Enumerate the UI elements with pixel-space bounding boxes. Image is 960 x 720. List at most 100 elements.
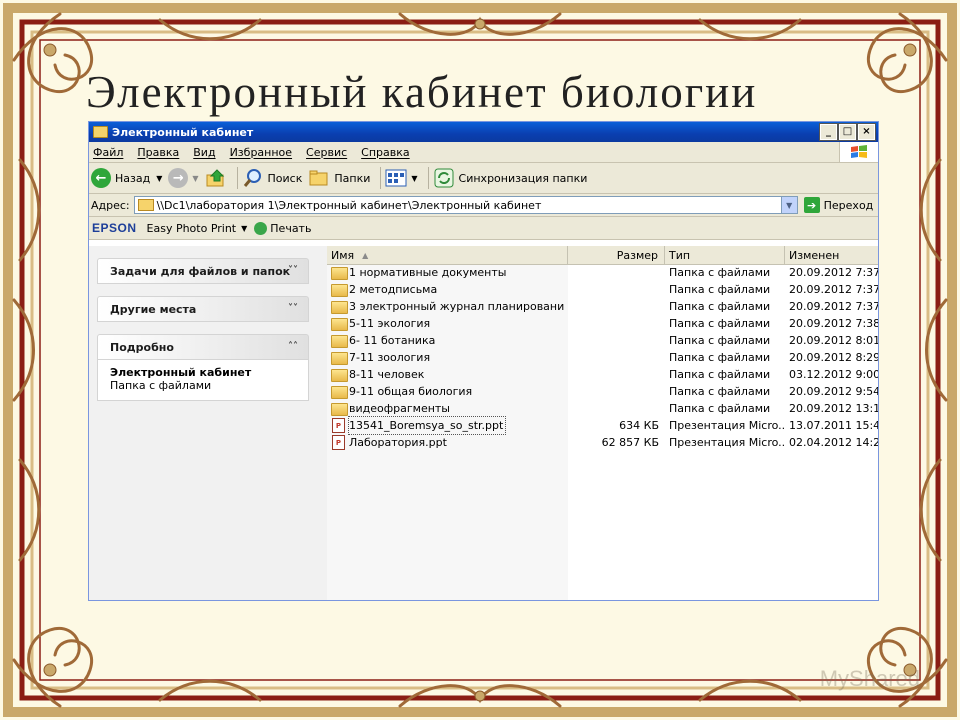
cell-name: 1 нормативные документы [349,266,507,279]
folder-icon [331,318,348,331]
chevron-down-icon[interactable]: ▼ [411,174,417,183]
chevron-down-icon[interactable]: ▼ [156,174,162,183]
cell-size [568,264,659,281]
chevron-down-icon[interactable]: ▼ [192,174,198,183]
explorer-content: Задачи для файлов и папок ˅˅ Другие мест… [89,246,878,600]
cell-name: 13541_Boremsya_so_str.ppt [347,416,507,435]
folders-button[interactable]: Папки [308,168,370,188]
cell-modified: 20.09.2012 9:54 [789,385,878,398]
cell-modified: 20.09.2012 8:01 [789,334,878,347]
cell-name: 6- 11 ботаника [349,334,436,347]
cell-modified: 20.09.2012 7:37 [789,300,878,313]
file-row[interactable]: 5-11 экология Папка с файлами 20.09.2012 7… [327,315,878,332]
chevron-up-icon[interactable]: ˄˄ [286,339,300,353]
cell-size [568,349,659,366]
address-label: Адрес: [91,198,130,212]
file-row[interactable]: 7-11 зоология Папка с файлами 20.09.2012 8… [327,349,878,366]
panel-title: Задачи для файлов и папок [110,264,291,278]
ppt-file-icon: P [332,418,345,433]
watermark-logo: MyShared [819,666,920,691]
sync-folder-button[interactable]: Синхронизация папки [433,167,587,189]
chevron-down-icon[interactable]: ˅˅ [286,301,300,315]
cell-name: Лаборатория.ppt [349,436,447,449]
cell-size: 634 КБ [619,419,659,432]
address-value: \\Dc1\лаборатория 1\Электронный кабинет\… [156,198,542,212]
cell-name: 9-11 общая биология [349,385,473,398]
toolbar-separator [427,167,429,189]
column-name[interactable]: Имя ▲ [327,246,568,264]
menu-help[interactable]: Справка [361,146,409,159]
cell-name: 3 электронный журнал планирование [349,300,564,313]
cell-size [568,298,659,315]
cell-name: 2 методписьма [349,283,438,296]
minimize-button[interactable]: _ [819,123,838,141]
windows-logo-icon [839,142,878,162]
cell-modified: 20.09.2012 7:37 [789,266,878,279]
sort-up-icon: ▲ [362,250,369,260]
menu-tools[interactable]: Сервис [306,146,347,159]
panel-other-places[interactable]: Другие места ˅˅ [97,296,309,322]
column-type[interactable]: Тип [665,246,785,264]
column-modified[interactable]: Изменен [785,246,878,264]
cell-name: видеофрагменты [349,402,450,415]
go-button[interactable]: ➔ Переход [803,197,873,213]
cell-type: Папка с файлами [669,385,771,398]
back-button[interactable]: ← Назад ▼ [91,168,162,188]
toolbar-separator [380,167,382,189]
easy-photo-print-button[interactable]: Easy Photo Print [147,222,237,235]
chevron-down-icon[interactable]: ▼ [241,224,247,233]
cell-type: Презентация Micro... [669,419,785,432]
file-row[interactable]: 2 методписьма Папка с файлами 20.09.2012 7… [327,281,878,298]
cell-size: 62 857 КБ [601,436,659,449]
folder-up-icon [206,169,224,187]
print-button[interactable]: Печать [254,221,311,235]
up-button[interactable] [205,167,227,189]
cell-size [568,315,659,332]
menu-favorites[interactable]: Избранное [230,146,292,159]
file-row[interactable]: 8-11 человек Папка с файлами 03.12.2012 9:… [327,366,878,383]
chevron-down-icon[interactable]: ˅˅ [286,263,300,277]
folder-icon [331,386,348,399]
ppt-file-icon: P [332,435,345,450]
file-row[interactable]: P 13541_Boremsya_so_str.ppt 634 КБ Презента… [327,416,878,435]
file-row[interactable]: 9-11 общая биология Папка с файлами 20.09.… [327,383,878,400]
cell-type: Папка с файлами [669,283,771,296]
panel-details[interactable]: Подробно ˄˄ Электронный кабинет Папка с … [97,334,309,401]
toolbar-separator [236,167,238,189]
maximize-button[interactable]: □ [838,123,857,141]
epson-logo: EPSON [92,221,137,235]
file-row[interactable]: 3 электронный журнал планирование Папка с… [327,298,878,315]
address-field[interactable]: \\Dc1\лаборатория 1\Электронный кабинет\… [133,196,798,214]
cell-modified: 13.07.2011 15:47 [789,419,878,432]
file-row[interactable]: P Лаборатория.ppt 62 857 КБ Презентация Mic… [327,434,878,451]
views-button[interactable]: ▼ [385,168,418,188]
details-name: Электронный кабинет [110,366,252,379]
menu-edit[interactable]: Правка [137,146,179,159]
file-row[interactable]: 6- 11 ботаника Папка с файлами 20.09.2012 … [327,332,878,349]
file-row[interactable]: 1 нормативные документы Папка с файлами 20… [327,264,878,281]
cell-name: 7-11 зоология [349,351,431,364]
window-titlebar[interactable]: Электронный кабинет _ □ × [89,122,878,142]
details-type: Папка с файлами [110,379,212,392]
column-header: Имя ▲ Размер Тип Изменен [327,246,878,265]
column-size[interactable]: Размер [568,246,665,264]
cell-size [568,332,659,349]
folder-icon [331,267,348,280]
panel-title: Подробно [110,340,174,354]
standard-toolbar: ← Назад ▼ → ▼ Поиск Папки ▼ Синхронизаци… [89,163,878,194]
close-button[interactable]: × [857,123,876,141]
cell-type: Папка с файлами [669,317,771,330]
forward-arrow-icon: → [168,168,189,188]
search-button[interactable]: Поиск [242,167,302,189]
address-dropdown-icon[interactable]: ▼ [780,197,797,213]
menu-file[interactable]: Файл [93,146,123,159]
menu-bar: Файл Правка Вид Избранное Сервис Справка [89,142,878,163]
panel-file-tasks[interactable]: Задачи для файлов и папок ˅˅ [97,258,309,284]
cell-name: 5-11 экология [349,317,431,330]
cell-size [568,281,659,298]
file-row[interactable]: видеофрагменты Папка с файлами 20.09.2012 … [327,400,878,417]
address-bar: Адрес: \\Dc1\лаборатория 1\Электронный к… [89,194,878,217]
forward-button[interactable]: → ▼ [168,168,199,188]
menu-view[interactable]: Вид [193,146,215,159]
folder-icon [137,199,154,211]
